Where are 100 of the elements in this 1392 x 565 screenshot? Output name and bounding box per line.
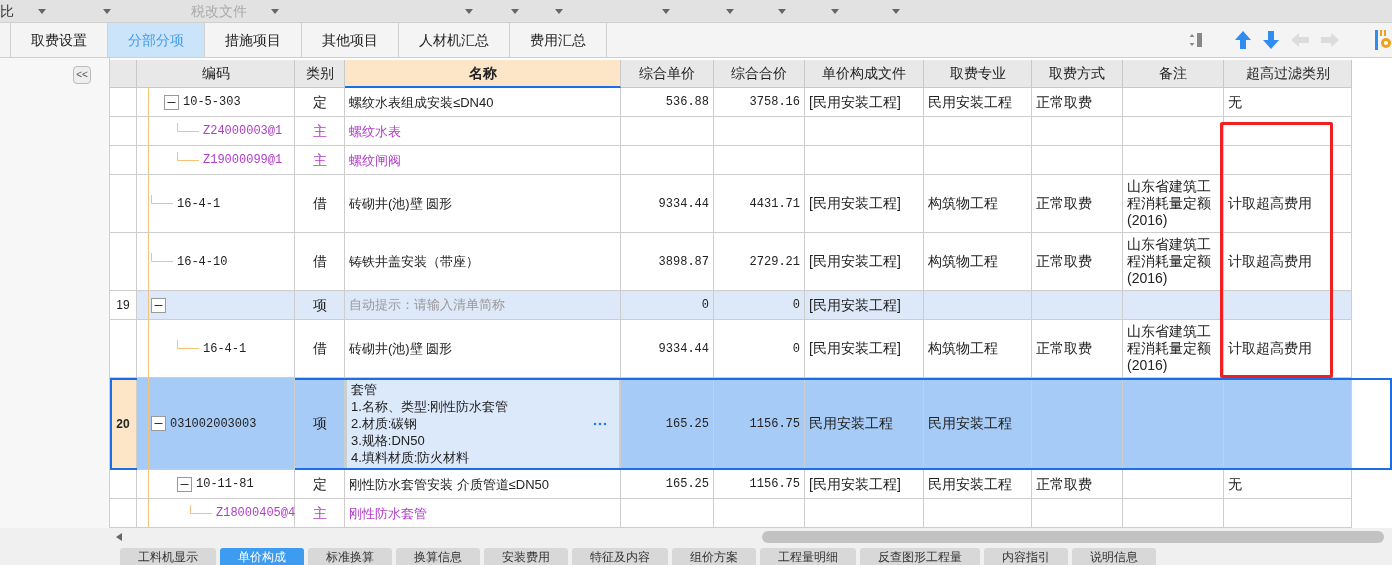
table-row[interactable]: 10-11-81 定 刚性防水套管安装 介质管道≤DN50 165.25 1156.75 [民用安装工程] 民用安装工程 正常取费 无 xyxy=(110,470,1392,499)
dropdown-caret-icon[interactable] xyxy=(726,8,734,14)
filter-category-cell-text: 无 xyxy=(1228,474,1242,494)
table-row[interactable]: 20 031002003003 项 套管 1.名称、类型:刚性防水套管 2.材质:碳钢 3.规格:DN50 4.填料材质:防火材料 165.25 1156.75 民用安装工程 民用安装工程 xyxy=(110,378,1392,470)
fee-major-cell-text: 构筑物工程 xyxy=(928,339,998,358)
column-header[interactable]: 类别 xyxy=(295,60,345,88)
dropdown-caret-icon[interactable] xyxy=(465,8,473,14)
unit-price-cell-text: 536.88 xyxy=(665,94,709,111)
tree-branch-line xyxy=(177,340,199,349)
row-number: 19 xyxy=(116,297,130,314)
table-row[interactable]: Z24000003@1 主 螺纹水表 xyxy=(110,117,1392,146)
unit-price-cell-text: 3898.87 xyxy=(658,253,709,271)
filter-category-cell-text: 计取超高费用 xyxy=(1228,252,1312,271)
tree-branch-line xyxy=(151,195,173,204)
category-cell-text: 项 xyxy=(312,414,327,433)
sort-icon[interactable] xyxy=(1189,32,1203,48)
table-row[interactable]: 16-4-1 借 砖砌井(池)壁 圆形 9334.44 4431.71 [民用安装工程] 构筑物工程 正常取费 山东省建筑工程消耗量定额(2016) 计取超高费用 xyxy=(110,175,1392,233)
column-settings-icon[interactable] xyxy=(1375,30,1392,50)
bottom-tab[interactable]: 标准换算 xyxy=(308,548,392,565)
filter-category-cell-text: 无 xyxy=(1228,92,1242,112)
category-cell-text: 定 xyxy=(312,474,327,494)
bottom-tab[interactable]: 内容指引 xyxy=(984,548,1068,565)
bottom-tab[interactable]: 换算信息 xyxy=(396,548,480,565)
code-cell-text: 031002003003 xyxy=(170,415,257,433)
price-file-cell-text: 民用安装工程 xyxy=(809,414,893,433)
dropdown-caret-icon[interactable] xyxy=(103,8,111,14)
total-price-cell-text: 2729.21 xyxy=(749,253,800,271)
dropdown-caret-icon[interactable] xyxy=(271,8,279,14)
table-row[interactable]: 10-5-303 定 螺纹水表组成安装≤DN40 536.88 3758.16 [民用安装工程] 民用安装工程 正常取费 无 xyxy=(110,88,1392,117)
table-row[interactable]: Z18000405@4 主 刚性防水套管 xyxy=(110,499,1392,528)
category-cell-text: 主 xyxy=(312,503,327,523)
remark-cell-text: 山东省建筑工程消耗量定额(2016) xyxy=(1127,322,1212,375)
filter-category-cell-text: 计取超高费用 xyxy=(1228,194,1312,213)
column-header[interactable]: 名称 xyxy=(345,60,621,88)
total-price-cell-text: 3758.16 xyxy=(749,94,800,111)
fee-major-cell-text: 构筑物工程 xyxy=(928,194,998,213)
column-header[interactable]: 综合单价 xyxy=(621,60,714,88)
name-cell-text: 螺纹闸阀 xyxy=(349,151,401,170)
fee-major-cell-text: 民用安装工程 xyxy=(928,414,1012,433)
arrow-down-icon[interactable] xyxy=(1263,31,1279,49)
remark-cell-text: 山东省建筑工程消耗量定额(2016) xyxy=(1127,177,1212,230)
scroll-left-icon[interactable] xyxy=(116,532,122,541)
column-header[interactable]: 取费专业 xyxy=(924,60,1032,88)
collapse-icon[interactable] xyxy=(177,476,192,492)
category-cell-text: 主 xyxy=(312,121,327,141)
fee-method-cell-text: 正常取费 xyxy=(1036,339,1092,358)
table-row[interactable]: Z19000099@1 主 螺纹闸阀 xyxy=(110,146,1392,175)
category-cell-text: 定 xyxy=(312,92,327,112)
row-number: 20 xyxy=(116,415,130,433)
dropdown-caret-icon[interactable] xyxy=(38,8,46,14)
column-header[interactable]: 单价构成文件 xyxy=(805,60,924,88)
column-header[interactable]: 取费方式 xyxy=(1032,60,1123,88)
code-cell-text: 16-4-1 xyxy=(177,195,221,213)
scrollbar-thumb[interactable] xyxy=(762,530,1384,543)
bottom-tab[interactable]: 组价方案 xyxy=(672,548,756,565)
unit-price-cell-text: 0 xyxy=(701,297,709,314)
table-row[interactable]: 16-4-1 借 砖砌井(池)壁 圆形 9334.44 0 [民用安装工程] 构筑物工程 正常取费 山东省建筑工程消耗量定额(2016) 计取超高费用 xyxy=(110,320,1392,378)
column-header[interactable]: 综合合价 xyxy=(714,60,805,88)
name-cell-text: 刚性防水套管 xyxy=(349,504,427,523)
toolbar-dropdown-label[interactable]: 比 xyxy=(0,0,14,22)
fee-major-cell-text: 构筑物工程 xyxy=(928,252,998,271)
category-cell-text: 借 xyxy=(312,339,327,358)
bottom-tab[interactable]: 特征及内容 xyxy=(572,548,668,565)
bottom-tab[interactable]: 说明信息 xyxy=(1072,548,1156,565)
code-cell-text: Z24000003@1 xyxy=(203,123,283,140)
name-cell-text: 螺纹水表组成安装≤DN40 xyxy=(349,93,494,112)
code-cell-text: 10-5-303 xyxy=(183,94,241,111)
name-cell-text: 砖砌井(池)壁 圆形 xyxy=(349,340,453,358)
unit-price-cell-text: 9334.44 xyxy=(658,340,709,358)
collapse-icon[interactable] xyxy=(164,94,179,110)
column-header[interactable]: 超高过滤类别 xyxy=(1224,60,1352,88)
dropdown-caret-icon[interactable] xyxy=(555,8,563,14)
bottom-tab[interactable]: 安装费用 xyxy=(484,548,568,565)
table-row[interactable]: 19 项 自动提示：请输入清单简称 0 0 [民用安装工程] xyxy=(110,291,1392,320)
tree-branch-line xyxy=(190,504,212,514)
price-file-cell-text: [民用安装工程] xyxy=(809,92,901,112)
dropdown-caret-icon[interactable] xyxy=(778,8,786,14)
name-cell-text: 铸铁井盖安装（带座） xyxy=(349,253,479,271)
column-header[interactable]: 编码 xyxy=(137,60,295,88)
fee-method-cell-text: 正常取费 xyxy=(1036,474,1092,494)
collapse-icon[interactable] xyxy=(151,297,166,313)
dropdown-caret-icon[interactable] xyxy=(511,8,519,14)
fee-method-cell-text: 正常取费 xyxy=(1036,252,1092,271)
collapse-panel-button[interactable]: << xyxy=(73,66,91,84)
table-row[interactable]: 16-4-10 借 铸铁井盖安装（带座） 3898.87 2729.21 [民用安装工程] 构筑物工程 正常取费 山东省建筑工程消耗量定额(2016) 计取超高费用 xyxy=(110,233,1392,291)
code-cell-text: 16-4-1 xyxy=(203,340,247,358)
dropdown-caret-icon[interactable] xyxy=(662,8,670,14)
bottom-tab[interactable]: 工料机显示 xyxy=(120,548,216,565)
name-placeholder: 自动提示：请输入清单简称 xyxy=(349,296,505,315)
bottom-tab[interactable]: 反查图形工程量 xyxy=(860,548,980,565)
bottom-tab[interactable]: 工程量明细 xyxy=(760,548,856,565)
collapse-icon[interactable] xyxy=(151,416,166,431)
category-cell-text: 项 xyxy=(312,295,327,315)
more-icon[interactable] xyxy=(593,421,607,426)
arrow-up-icon[interactable] xyxy=(1235,31,1251,49)
dropdown-caret-icon[interactable] xyxy=(892,8,900,14)
code-cell-text: 10-11-81 xyxy=(196,476,254,493)
total-price-cell-text: 1156.75 xyxy=(749,476,800,493)
dropdown-caret-icon[interactable] xyxy=(831,8,839,14)
column-header[interactable]: 备注 xyxy=(1123,60,1224,88)
